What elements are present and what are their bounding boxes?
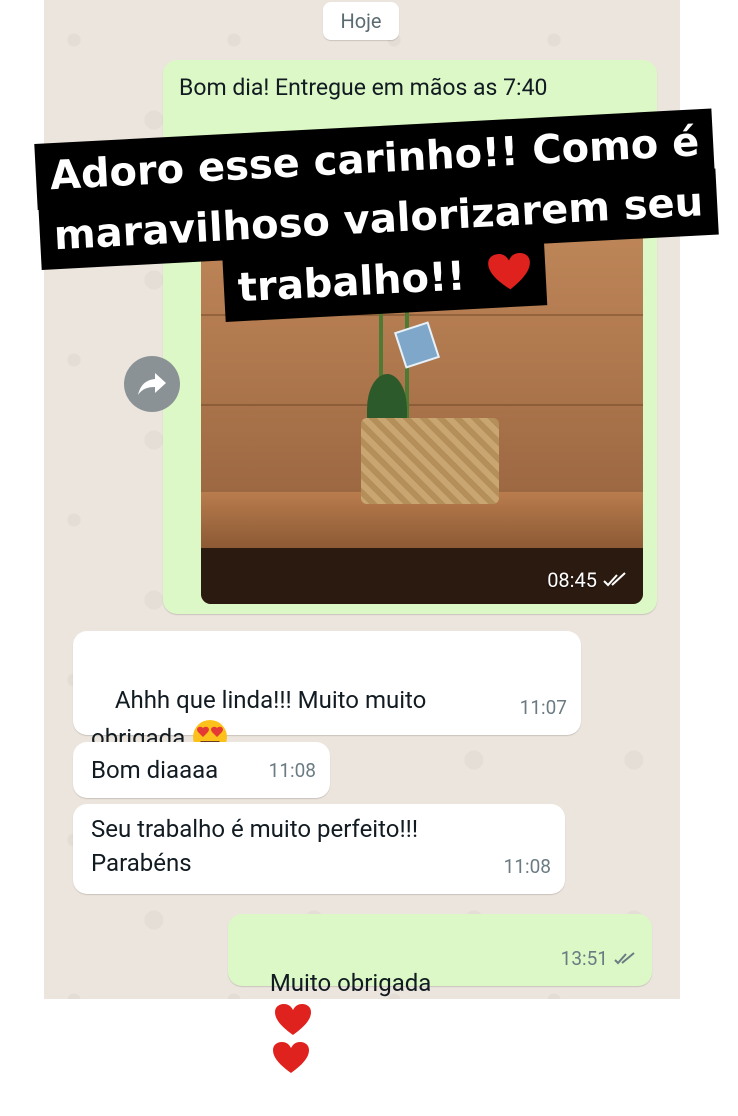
message-time: 11:08 [503,855,551,878]
gift-basket [361,418,499,504]
message-text: Seu trabalho é muito perfeito!!! Parabén… [91,815,419,877]
image-message-time: 08:45 [547,568,629,592]
message-bubble-outgoing[interactable]: Muito obrigada 13:51 [228,914,652,1073]
forward-button[interactable] [124,356,180,412]
double-check-icon [614,952,635,965]
message-time-outgoing: 13:51 [561,940,638,978]
gift-tag [394,321,440,369]
message-time: 13:51 [560,947,608,970]
forward-arrow-icon [138,373,166,395]
date-chip: Hoje [323,2,399,40]
message-text: Muito obrigada [269,969,432,997]
delivery-photo[interactable]: 08:45 [201,164,643,604]
image-time-label: 08:45 [547,568,597,592]
message-text: Bom diaaaa [91,756,219,784]
message-bubble-incoming[interactable]: Bom diaaaa 11:08 [73,742,330,798]
message-time: 11:07 [519,696,567,719]
red-heart-icon [272,1041,309,1073]
message-bubble-incoming[interactable]: Ahhh que linda!!! Muito muito obrigada 1… [73,631,581,754]
double-check-icon [603,572,626,587]
message-time: 11:08 [268,759,316,782]
message-bubble-incoming[interactable]: Seu trabalho é muito perfeito!!! Parabén… [73,804,565,894]
red-heart-icon [274,1003,311,1035]
image-message-bubble[interactable]: Bom dia! Entregue em mãos as 7:40 08:45 [163,60,657,614]
image-caption: Bom dia! Entregue em mãos as 7:40 [179,74,548,101]
